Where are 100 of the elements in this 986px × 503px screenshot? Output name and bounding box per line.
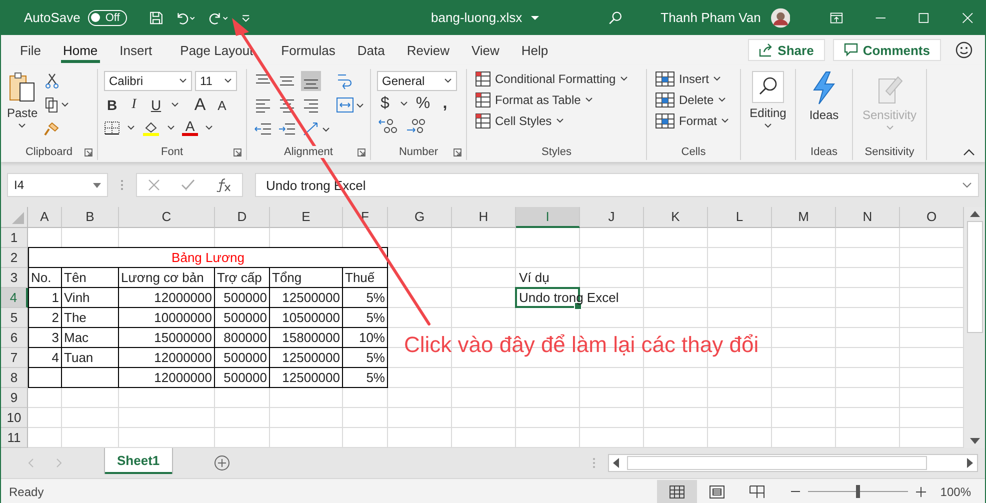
caret-icon[interactable] — [399, 101, 409, 107]
ribbon-tab[interactable]: Review — [396, 35, 460, 65]
paste-button[interactable]: Paste — [7, 71, 38, 129]
scroll-left-icon[interactable] — [613, 458, 619, 468]
horizontal-scrollbar[interactable] — [608, 454, 978, 472]
column-header[interactable]: L — [708, 207, 772, 228]
ribbon-tab[interactable]: Data — [346, 35, 396, 65]
name-box[interactable]: I4 — [7, 173, 108, 197]
ribbon-tab[interactable]: File — [9, 35, 52, 65]
close-icon[interactable] — [962, 10, 974, 24]
scroll-right-icon[interactable] — [967, 458, 973, 468]
column-header[interactable]: M — [772, 207, 836, 228]
column-header[interactable]: A — [28, 207, 62, 228]
dialog-launcher-icon[interactable] — [233, 148, 242, 157]
normal-view-button[interactable] — [657, 480, 698, 503]
currency-button[interactable]: $ — [377, 95, 393, 113]
cells-menu-button[interactable]: Insert — [655, 71, 734, 87]
vertical-align-icon[interactable] — [301, 71, 321, 91]
fill-color-icon[interactable] — [142, 120, 160, 136]
sheet-tab[interactable]: Sheet1 — [105, 448, 172, 474]
smiley-icon[interactable] — [955, 41, 973, 59]
row-header[interactable]: 7 — [1, 348, 28, 368]
avatar-icon[interactable] — [770, 6, 790, 30]
row-header[interactable]: 9 — [1, 388, 28, 408]
share-button[interactable]: Share — [748, 39, 825, 61]
copy-icon[interactable] — [44, 97, 70, 113]
italic-button[interactable]: I — [126, 97, 142, 113]
caret-icon[interactable] — [166, 124, 176, 130]
column-header[interactable]: E — [270, 207, 343, 228]
dialog-launcher-icon[interactable] — [357, 148, 366, 157]
grip-icon[interactable] — [120, 178, 124, 192]
column-header[interactable]: H — [452, 207, 516, 228]
caret-icon[interactable] — [170, 102, 180, 108]
styles-menu-button[interactable]: Format as Table — [475, 92, 640, 108]
ribbon-display-icon[interactable] — [830, 10, 844, 24]
merge-center-icon[interactable] — [335, 95, 365, 115]
underline-button[interactable]: U — [148, 97, 164, 113]
caret-icon[interactable] — [126, 124, 136, 130]
row-header[interactable]: 11 — [1, 428, 28, 448]
column-header[interactable]: O — [900, 207, 964, 228]
scroll-up-icon[interactable] — [970, 211, 980, 217]
font-family-field[interactable]: Calibri — [104, 71, 192, 91]
scroll-down-icon[interactable] — [970, 438, 980, 444]
dialog-launcher-icon[interactable] — [84, 148, 93, 157]
row-header[interactable]: 2 — [1, 248, 28, 268]
grip-icon[interactable] — [592, 456, 596, 470]
column-header[interactable]: B — [62, 207, 119, 228]
check-icon[interactable] — [180, 179, 194, 191]
column-header[interactable]: K — [644, 207, 708, 228]
ribbon-tab[interactable]: Help — [510, 35, 560, 65]
decrease-decimal-icon[interactable] — [405, 117, 427, 135]
zoom-thumb[interactable] — [856, 485, 860, 498]
grid-icon — [669, 484, 686, 498]
dialog-launcher-icon[interactable] — [453, 148, 462, 157]
row-header[interactable]: 10 — [1, 408, 28, 428]
row-header[interactable]: 5 — [1, 308, 28, 328]
row-header[interactable]: 8 — [1, 368, 28, 388]
styles-menu-button[interactable]: Cell Styles — [475, 113, 640, 129]
ribbon-tab[interactable]: Insert — [108, 35, 164, 65]
increase-decimal-icon[interactable] — [377, 117, 399, 135]
number-format-field[interactable]: General — [377, 71, 457, 91]
caret-icon[interactable] — [530, 14, 540, 22]
row-header[interactable]: 6 — [1, 328, 28, 348]
comma-button[interactable]: , — [437, 95, 453, 113]
font-color-button[interactable]: A — [182, 119, 198, 136]
borders-icon[interactable] — [104, 120, 120, 134]
column-header[interactable]: G — [388, 207, 452, 228]
column-header[interactable]: D — [215, 207, 270, 228]
bold-button[interactable]: B — [104, 97, 120, 113]
add-sheet-icon[interactable] — [214, 455, 230, 471]
format-painter-icon[interactable] — [44, 121, 60, 137]
cells-menu-button[interactable]: Format — [655, 113, 734, 129]
styles-menu-button[interactable]: Conditional Formatting — [475, 71, 640, 87]
percent-button[interactable]: % — [415, 95, 431, 113]
ideas-button[interactable]: Ideas — [809, 71, 839, 142]
collapse-ribbon-icon[interactable] — [963, 148, 975, 156]
caret-icon[interactable] — [204, 124, 214, 130]
row-header[interactable]: 4 — [1, 288, 28, 308]
increase-font-button[interactable]: A — [192, 95, 208, 115]
zoom-level[interactable]: 100% — [940, 484, 971, 498]
maximize-icon[interactable] — [918, 10, 930, 24]
comments-button[interactable]: Comments — [832, 39, 941, 61]
column-header[interactable]: C — [119, 207, 215, 228]
ribbon-tab[interactable]: Home — [52, 35, 109, 65]
row-header[interactable]: 1 — [1, 228, 28, 248]
font-size-field[interactable]: 11 — [195, 71, 237, 91]
function-icon[interactable] — [216, 178, 232, 192]
column-header[interactable]: N — [836, 207, 900, 228]
autosave-toggle[interactable]: Off — [88, 10, 127, 26]
column-header[interactable]: J — [580, 207, 644, 228]
editing-button[interactable]: Editing — [750, 71, 786, 142]
ribbon-tab[interactable]: View — [460, 35, 510, 65]
ribbon-tab[interactable]: Formulas — [270, 35, 346, 65]
decrease-font-button[interactable]: A — [214, 98, 230, 112]
cut-icon[interactable] — [44, 73, 60, 89]
ribbon-tab[interactable]: Page Layout — [163, 35, 270, 65]
zoom-in-icon[interactable] — [916, 486, 926, 496]
cells-menu-button[interactable]: Delete — [655, 92, 734, 108]
column-header[interactable]: I — [516, 207, 580, 228]
row-header[interactable]: 3 — [1, 268, 28, 288]
